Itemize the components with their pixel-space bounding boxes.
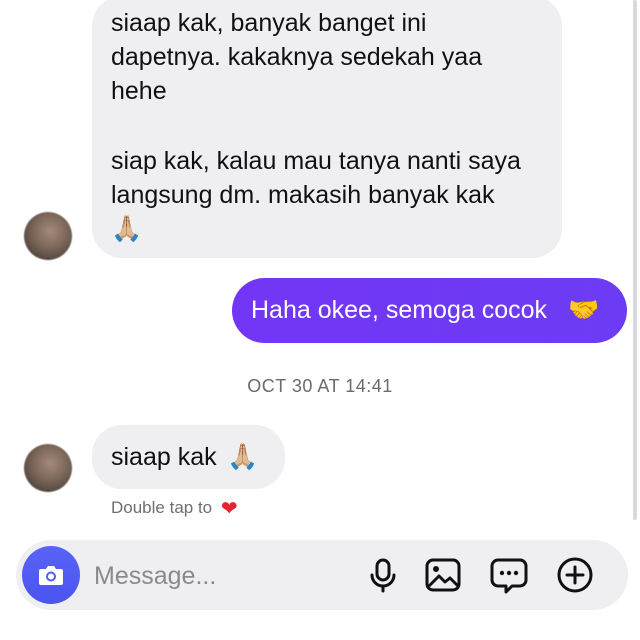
incoming-message-bubble[interactable]: siaap kak, banyak banget ini dapetnya. k… <box>92 0 562 258</box>
camera-button[interactable] <box>22 546 80 604</box>
sender-avatar[interactable] <box>24 444 72 492</box>
microphone-button[interactable] <box>362 554 404 596</box>
microphone-icon <box>370 558 396 593</box>
timestamp: OCT 30 AT 14:41 <box>247 376 393 396</box>
praying-hands-icon: 🙏🏼 <box>227 442 259 471</box>
camera-icon <box>39 566 63 585</box>
message-line: dapetnya. kakaknya sedekah yaa <box>111 43 483 71</box>
message-composer <box>16 540 628 610</box>
incoming-message-bubble[interactable]: siaap kak 🙏🏼 <box>92 425 285 489</box>
heart-icon[interactable]: ❤ <box>221 496 238 521</box>
message-line: siaap kak, banyak banget ini <box>111 9 427 37</box>
chat-screen: siaap kak, banyak banget ini dapetnya. k… <box>0 0 640 640</box>
plus-circle-icon <box>557 557 593 593</box>
double-tap-hint: Double tap to ❤ <box>111 496 238 521</box>
gallery-button[interactable] <box>422 554 464 596</box>
incoming-message-text: siaap kak <box>111 443 217 471</box>
more-options-button[interactable] <box>554 554 596 596</box>
outgoing-message-bubble[interactable]: Haha okee, semoga cocok 🤝 <box>232 278 627 343</box>
sender-avatar[interactable] <box>24 212 72 260</box>
image-icon <box>425 558 461 592</box>
outgoing-message-text: Haha okee, semoga cocok <box>251 296 548 324</box>
message-line: langsung dm. makasih banyak kak <box>111 181 495 209</box>
message-input[interactable] <box>92 557 356 595</box>
scrollbar[interactable] <box>633 0 637 520</box>
praying-hands-icon: 🙏🏼 <box>111 214 143 243</box>
message-dots-icon <box>490 558 528 594</box>
sticker-button[interactable] <box>488 554 530 596</box>
handshake-icon: 🤝 <box>568 295 600 324</box>
message-line: hehe <box>111 77 167 105</box>
double-tap-text: Double tap to <box>111 498 213 517</box>
message-line: siap kak, kalau mau tanya nanti saya <box>111 147 521 175</box>
